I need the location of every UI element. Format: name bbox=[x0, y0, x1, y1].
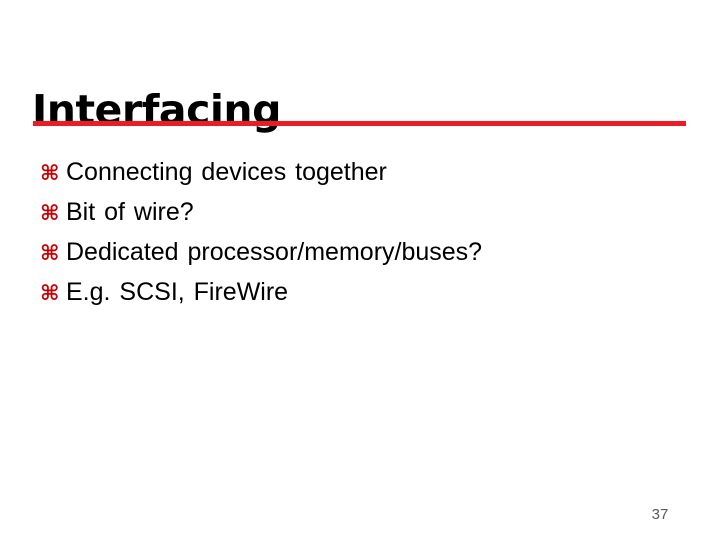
list-item-label: E.g. SCSI, FireWire bbox=[66, 278, 289, 306]
bullet-list: ⌘ Connecting devices together ⌘ Bit of w… bbox=[40, 152, 690, 312]
list-item: ⌘ Bit of wire? bbox=[40, 192, 690, 232]
list-item: ⌘ Dedicated processor/memory/buses? bbox=[40, 232, 690, 272]
presentation-slide: Interfacing ⌘ Connecting devices togethe… bbox=[0, 0, 720, 540]
list-item-label: Bit of wire? bbox=[66, 198, 194, 226]
page-number: 37 bbox=[651, 506, 669, 523]
list-item: ⌘ E.g. SCSI, FireWire bbox=[40, 272, 690, 312]
list-item: ⌘ Connecting devices together bbox=[40, 152, 690, 192]
place-of-interest-icon: ⌘ bbox=[40, 281, 60, 305]
title-divider bbox=[33, 121, 686, 126]
page-title: Interfacing bbox=[32, 86, 281, 135]
place-of-interest-icon: ⌘ bbox=[40, 201, 60, 225]
list-item-label: Dedicated processor/memory/buses? bbox=[66, 238, 483, 266]
list-item-label: Connecting devices together bbox=[66, 158, 387, 186]
place-of-interest-icon: ⌘ bbox=[40, 241, 60, 265]
place-of-interest-icon: ⌘ bbox=[40, 161, 60, 185]
